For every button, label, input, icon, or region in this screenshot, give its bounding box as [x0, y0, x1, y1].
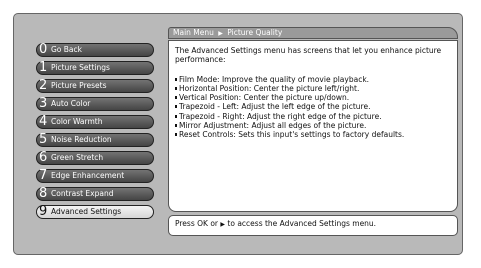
menu-item-number: 4: [39, 114, 48, 129]
list-item: Mirror Adjustment: Adjust all edges of t…: [175, 121, 451, 130]
description-panel: The Advanced Settings menu has screens t…: [168, 40, 458, 212]
menu-item-label: Go Back: [51, 45, 82, 54]
menu-item-label: Advanced Settings: [51, 207, 122, 216]
help-footer: Press OK or ▶ to access the Advanced Set…: [168, 215, 458, 236]
feature-list: Film Mode: Improve the quality of movie …: [175, 75, 451, 140]
menu-item-label: Picture Presets: [51, 81, 107, 90]
menu-item-number: 3: [39, 96, 48, 111]
list-item: Vertical Position: Center the picture up…: [175, 93, 451, 102]
menu-item-number: 6: [39, 150, 48, 165]
menu-item-number: 2: [39, 78, 48, 93]
menu-item-color-warmth[interactable]: 4 Color Warmth: [36, 114, 154, 129]
menu-item-label: Edge Enhancement: [51, 171, 125, 180]
breadcrumb: Main Menu ▶ Picture Quality: [168, 27, 458, 39]
menu-item-number: 9: [39, 204, 48, 219]
list-item: Trapezoid - Right: Adjust the right edge…: [175, 112, 451, 121]
list-item: Reset Controls: Sets this input's settin…: [175, 130, 451, 139]
footer-prefix: Press OK or: [175, 219, 219, 228]
menu-item-number: 1: [39, 60, 48, 75]
menu-item-auto-color[interactable]: 3 Auto Color: [36, 96, 154, 111]
menu-item-number: 8: [39, 186, 48, 201]
menu-item-edge-enhancement[interactable]: 7 Edge Enhancement: [36, 168, 154, 183]
menu-item-advanced-settings[interactable]: 9 Advanced Settings: [36, 204, 154, 219]
footer-suffix: to access the Advanced Settings menu.: [227, 219, 377, 228]
menu-item-picture-presets[interactable]: 2 Picture Presets: [36, 78, 154, 93]
breadcrumb-root: Main Menu: [173, 28, 214, 37]
menu-item-contrast-expand[interactable]: 8 Contrast Expand: [36, 186, 154, 201]
triangle-right-icon: ▶: [218, 30, 223, 37]
menu-item-number: 5: [39, 132, 48, 147]
menu-item-go-back[interactable]: 0 Go Back: [36, 42, 154, 57]
list-item: Film Mode: Improve the quality of movie …: [175, 75, 451, 84]
menu-item-label: Color Warmth: [51, 117, 103, 126]
menu-item-label: Green Stretch: [51, 153, 104, 162]
menu-item-label: Noise Reduction: [51, 135, 112, 144]
menu-item-picture-settings[interactable]: 1 Picture Settings: [36, 60, 154, 75]
menu-item-label: Picture Settings: [51, 63, 110, 72]
list-item: Horizontal Position: Center the picture …: [175, 84, 451, 93]
menu-item-number: 7: [39, 168, 48, 183]
menu-item-green-stretch[interactable]: 6 Green Stretch: [36, 150, 154, 165]
menu-item-number: 0: [39, 42, 48, 57]
description-intro: The Advanced Settings menu has screens t…: [175, 46, 442, 65]
menu-item-label: Auto Color: [51, 99, 91, 108]
list-item: Trapezoid - Left: Adjust the left edge o…: [175, 102, 451, 111]
breadcrumb-current: Picture Quality: [227, 28, 283, 37]
menu-item-noise-reduction[interactable]: 5 Noise Reduction: [36, 132, 154, 147]
triangle-right-icon: ▶: [220, 221, 226, 228]
menu-item-label: Contrast Expand: [51, 189, 114, 198]
